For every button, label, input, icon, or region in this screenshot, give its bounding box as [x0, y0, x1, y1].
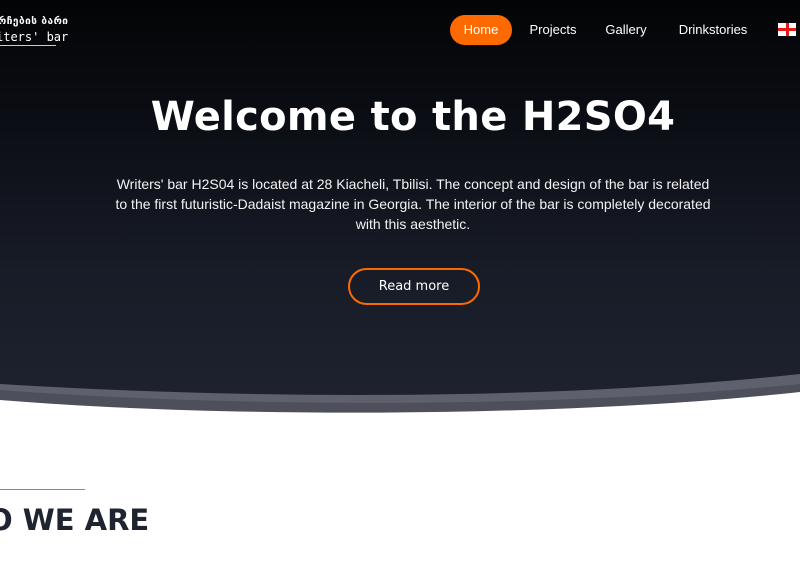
hero-title: Welcome to the H2SO4 [150, 94, 676, 140]
nav-projects[interactable]: Projects [522, 15, 584, 45]
flag-vertical-cross [785, 23, 789, 36]
section-accent-line [0, 489, 85, 490]
nav-drinkstories[interactable]: Drinkstories [670, 15, 756, 45]
main-navigation: Home Projects Gallery Drinkstories [0, 15, 800, 45]
hero-wave-divider [0, 374, 800, 420]
section-title: O WE ARE [0, 503, 150, 537]
read-more-button[interactable]: Read more [348, 268, 480, 305]
hero-description: Writers' bar H2S04 is located at 28 Kiac… [115, 176, 711, 232]
hero-banner: რჩების ბარი iters' bar Home Projects Gal… [0, 0, 800, 420]
nav-home[interactable]: Home [450, 15, 512, 45]
georgian-flag-icon[interactable] [778, 23, 796, 36]
logo-underline [0, 45, 56, 46]
nav-gallery[interactable]: Gallery [598, 15, 654, 45]
